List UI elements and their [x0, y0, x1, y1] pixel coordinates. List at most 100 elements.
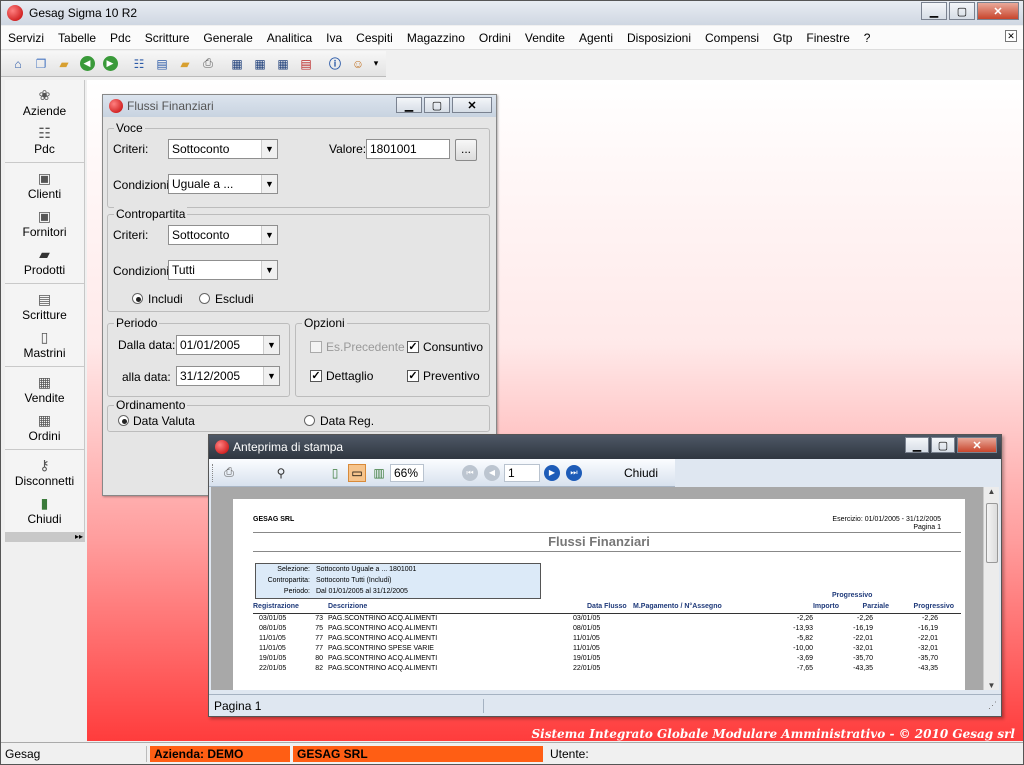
menu-help[interactable]: ?	[857, 31, 878, 45]
users-icon[interactable]: ☺	[349, 55, 367, 73]
sidebar-item-ordini[interactable]: ▦ Ordini	[5, 408, 84, 446]
flussi-title-bar[interactable]: Flussi Finanziari ▁ ▢ ✕	[103, 95, 496, 117]
prev-page-icon[interactable]: ◀	[484, 464, 500, 481]
voce-criteri-select[interactable]: Sottoconto ▼	[168, 139, 278, 159]
sidebar-item-clienti[interactable]: ▣ Clienti	[5, 166, 84, 204]
sidebar-item-aziende[interactable]: ❀ Aziende	[5, 83, 84, 121]
calendar2-icon[interactable]: ▦	[251, 55, 269, 73]
fit-width-icon[interactable]: ▭	[348, 463, 366, 482]
tree-icon[interactable]: ☷	[130, 55, 148, 73]
voce-condizioni-select[interactable]: Uguale a ... ▼	[168, 174, 278, 194]
dalla-data-picker[interactable]: 01/01/2005 ▼	[176, 335, 280, 355]
flussi-close-button[interactable]: ✕	[452, 97, 492, 113]
flussi-minimize-button[interactable]: ▁	[396, 97, 422, 113]
voce-browse-button[interactable]: ...	[455, 139, 477, 161]
consuntivo-label: Consuntivo	[423, 340, 484, 354]
preview-minimize-button[interactable]: ▁	[905, 437, 929, 453]
toolbar-overflow-icon[interactable]: ▾	[372, 55, 380, 73]
preview-vertical-scrollbar[interactable]: ▲ ▼	[983, 487, 999, 690]
preventivo-checkbox[interactable]: ✓	[407, 370, 419, 382]
next-page-icon[interactable]: ▶	[544, 464, 560, 481]
maximize-button[interactable]: ▢	[949, 2, 975, 20]
selezione-label: Selezione:	[277, 566, 310, 573]
status-azienda: Azienda: DEMO	[150, 745, 290, 762]
contropartita-criteri-select[interactable]: Sottoconto ▼	[168, 225, 278, 245]
copy-icon[interactable]: ❐	[32, 55, 50, 73]
table-cell: 08/01/05	[259, 625, 287, 632]
scroll-down-icon[interactable]: ▼	[984, 681, 999, 690]
folders-icon[interactable]: ▰	[176, 55, 194, 73]
menu-finestre[interactable]: Finestre	[799, 31, 856, 45]
chevron-down-icon: ▼	[263, 367, 279, 385]
sidebar-item-fornitori[interactable]: ▣ Fornitori	[5, 204, 84, 242]
menu-servizi[interactable]: Servizi	[1, 31, 51, 45]
menu-compensi[interactable]: Compensi	[698, 31, 766, 45]
consuntivo-checkbox[interactable]: ✓	[407, 341, 419, 353]
table-cell: PAG.SCONTRINO ACQ.ALIMENTI	[328, 625, 438, 632]
includi-radio[interactable]	[132, 293, 143, 304]
menu-magazzino[interactable]: Magazzino	[400, 31, 472, 45]
menu-gtp[interactable]: Gtp	[766, 31, 799, 45]
menu-analitica[interactable]: Analitica	[260, 31, 319, 45]
info-icon[interactable]: ⓘ	[326, 55, 344, 73]
voce-valore-label: Valore:	[329, 142, 367, 156]
close-button[interactable]: ✕	[977, 2, 1019, 20]
sidebar-item-mastrini[interactable]: ▯ Mastrini	[5, 325, 84, 363]
sidebar-item-scritture[interactable]: ▤ Scritture	[5, 287, 84, 325]
voce-valore-input[interactable]: 1801001	[366, 139, 450, 159]
multi-page-icon[interactable]: ▥	[370, 464, 388, 482]
table-cell: -16,19	[853, 625, 873, 632]
zoom-field[interactable]: 66%	[390, 463, 424, 482]
sidebar-expand-icon[interactable]: ▸▸	[5, 532, 85, 542]
home-icon[interactable]: ⌂	[9, 55, 27, 73]
page-number-field[interactable]: 1	[504, 463, 540, 482]
calendar3-icon[interactable]: ▦	[274, 55, 292, 73]
menu-vendite[interactable]: Vendite	[518, 31, 572, 45]
last-page-icon[interactable]: ⏭	[566, 464, 582, 481]
preview-maximize-button[interactable]: ▢	[931, 437, 955, 453]
escludi-radio[interactable]	[199, 293, 210, 304]
menu-agenti[interactable]: Agenti	[572, 31, 620, 45]
menu-generale[interactable]: Generale	[196, 31, 259, 45]
table-cell: -22,01	[918, 635, 938, 642]
folder-icon[interactable]: ▰	[55, 55, 73, 73]
calendar-icon[interactable]: ▦	[228, 55, 246, 73]
data-reg-radio[interactable]	[304, 415, 315, 426]
sidebar-item-vendite[interactable]: ▦ Vendite	[5, 370, 84, 408]
dettaglio-checkbox[interactable]: ✓	[310, 370, 322, 382]
preview-title-bar[interactable]: Anteprima di stampa ▁ ▢ ✕	[209, 435, 1001, 459]
menu-disposizioni[interactable]: Disposizioni	[620, 31, 698, 45]
single-page-icon[interactable]: ▯	[326, 464, 344, 482]
scroll-thumb[interactable]	[986, 503, 998, 563]
list-icon[interactable]: ▤	[153, 55, 171, 73]
flussi-maximize-button[interactable]: ▢	[424, 97, 450, 113]
sidebar-item-chiudi[interactable]: ▮ Chiudi	[5, 491, 84, 529]
minimize-button[interactable]: ▁	[921, 2, 947, 20]
es-precedente-checkbox[interactable]	[310, 341, 322, 353]
menu-ordini[interactable]: Ordini	[472, 31, 518, 45]
data-valuta-radio[interactable]	[118, 415, 129, 426]
menu-iva[interactable]: Iva	[319, 31, 349, 45]
preview-chiudi-button[interactable]: Chiudi	[624, 466, 658, 480]
sidebar-item-pdc[interactable]: ☷ Pdc	[5, 121, 84, 159]
mdi-close-icon[interactable]: ✕	[1005, 30, 1017, 42]
alla-data-picker[interactable]: 31/12/2005 ▼	[176, 366, 280, 386]
find-icon[interactable]: ⚲	[272, 464, 290, 482]
sidebar-item-disconnetti[interactable]: ⚷ Disconnetti	[5, 453, 84, 491]
first-page-icon[interactable]: ⏮	[462, 464, 478, 481]
window-title: Gesag Sigma 10 R2	[29, 6, 138, 20]
back-icon[interactable]: ◀	[78, 55, 96, 73]
print-icon[interactable]: ⎙	[220, 464, 238, 482]
sidebar-item-prodotti[interactable]: ▰ Prodotti	[5, 242, 84, 280]
resize-grip-icon[interactable]: ⋰	[988, 700, 997, 711]
forward-icon[interactable]: ▶	[101, 55, 119, 73]
menu-cespiti[interactable]: Cespiti	[349, 31, 400, 45]
menu-pdc[interactable]: Pdc	[103, 31, 138, 45]
report-icon[interactable]: ▤	[297, 55, 315, 73]
preview-close-button[interactable]: ✕	[957, 437, 997, 453]
menu-tabelle[interactable]: Tabelle	[51, 31, 103, 45]
print-icon[interactable]: ⎙	[199, 55, 217, 73]
menu-scritture[interactable]: Scritture	[138, 31, 197, 45]
contropartita-condizioni-select[interactable]: Tutti ▼	[168, 260, 278, 280]
scroll-up-icon[interactable]: ▲	[984, 487, 999, 496]
